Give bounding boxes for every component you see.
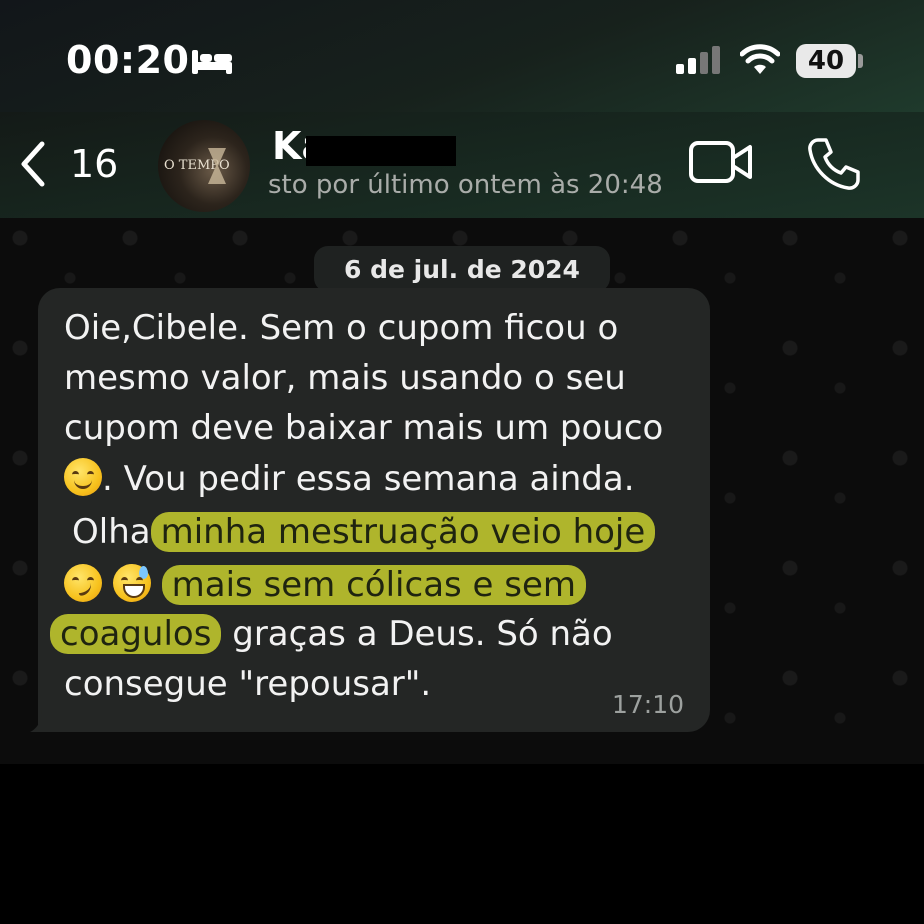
message-line: mais sem cólicas e sem (64, 564, 587, 605)
highlighted-text: minha mestruação veio hoje (150, 512, 656, 552)
message-line: consegue "repousar". (64, 664, 432, 704)
unread-count: 16 (70, 142, 119, 186)
chat-header (0, 112, 924, 218)
highlighted-text: coagulos (50, 614, 222, 654)
wifi-icon (740, 44, 780, 74)
chevron-left-icon (21, 141, 45, 187)
message-line: cupom deve baixar mais um pouco (64, 408, 664, 448)
last-seen-status: sto por último ontem às 20:48 (268, 170, 663, 200)
avatar[interactable]: O TEMPO (158, 120, 250, 212)
message-line: mesmo valor, mais usando o seu (64, 358, 626, 398)
message-time: 17:10 (612, 690, 685, 719)
battery-level: 40 (807, 46, 845, 76)
battery-icon: 40 (796, 44, 856, 78)
date-chip: 6 de jul. de 2024 (314, 246, 610, 292)
voice-call-button[interactable] (804, 134, 864, 194)
status-time: 00:20 (66, 38, 190, 82)
highlighted-text: mais sem cólicas e sem (161, 565, 587, 605)
video-call-icon (689, 141, 752, 183)
message-text: . Vou pedir essa semana ainda. (102, 459, 635, 499)
grinning-sweat-emoji (112, 564, 151, 602)
message-text: graças a Deus. Só não (232, 614, 613, 654)
message-line: coagulos graças a Deus. Só não (50, 614, 613, 654)
hourglass-icon (208, 148, 226, 184)
name-redaction (306, 136, 456, 166)
message-line: Oie,Cibele. Sem o cupom ficou o (64, 308, 619, 348)
phone-icon (808, 138, 860, 190)
battery-nub (858, 54, 863, 68)
message-line: . Vou pedir essa semana ainda. (64, 458, 635, 499)
signal-icon (676, 46, 720, 74)
bed-icon (192, 50, 232, 74)
video-call-button[interactable] (688, 138, 754, 186)
back-button[interactable]: 16 (18, 136, 128, 192)
smirking-face-emoji (64, 564, 102, 602)
smiling-face-emoji (64, 458, 102, 496)
message-text: Olha (72, 512, 151, 552)
message-line: Olha minha mestruação veio hoje (72, 512, 656, 552)
bubble-tail (30, 708, 58, 732)
bottom-area (0, 764, 924, 924)
